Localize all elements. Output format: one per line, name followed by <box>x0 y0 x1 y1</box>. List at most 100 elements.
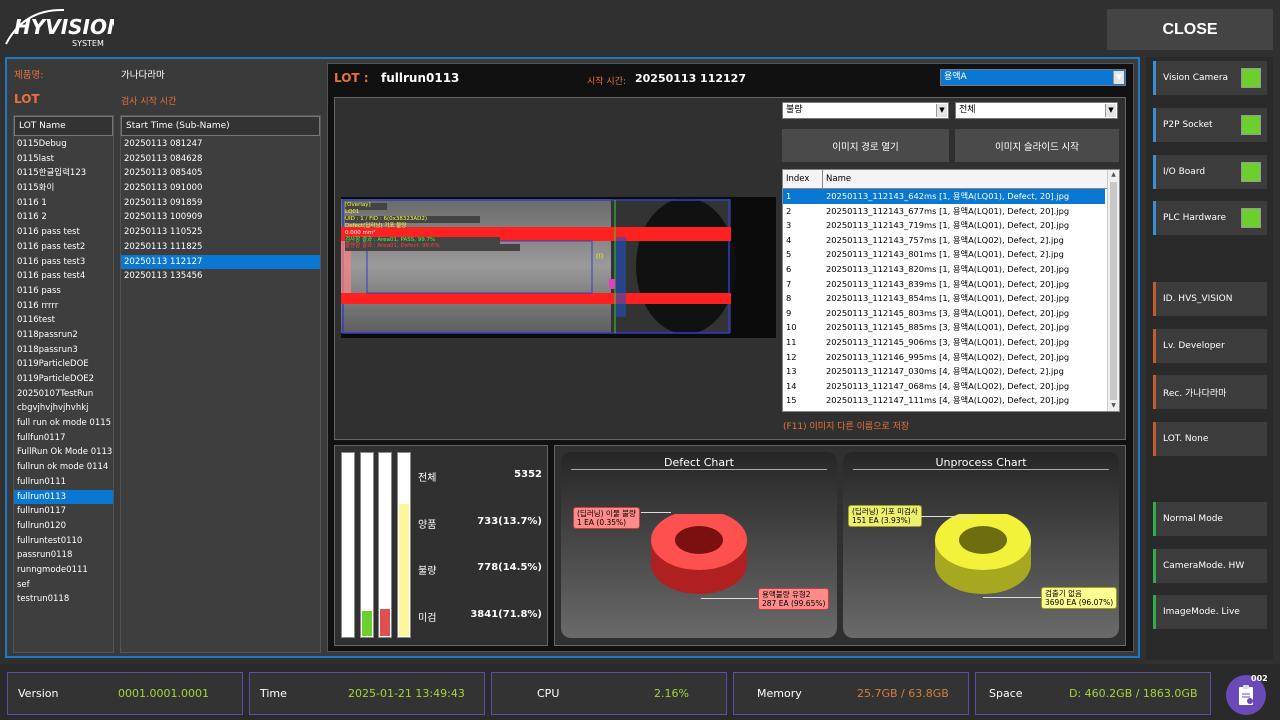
lot-list-item[interactable]: 0115화이 <box>14 181 113 196</box>
lot-list-item[interactable]: 0115Debug <box>14 137 113 152</box>
lot-list-item[interactable]: 0116 pass test2 <box>14 240 113 255</box>
lot-list-item[interactable]: 0116 rrrrr <box>14 299 113 314</box>
file-table-row[interactable]: 3 20250113_112143_719ms [1, 용액A(LQ01), De… <box>783 218 1105 233</box>
start-time-list-item[interactable]: 20250113 135456 <box>121 269 320 284</box>
file-table-row[interactable]: 7 20250113_112143_839ms [1, 용액A(LQ01), De… <box>783 277 1105 292</box>
file-table-row[interactable]: 5 20250113_112143_801ms [1, 용액A(LQ01), De… <box>783 247 1105 262</box>
file-table-row[interactable]: 12 20250113_112146_995ms [4, 용액A(LQ02), D… <box>783 350 1105 365</box>
file-table-row[interactable]: 10 20250113_112145_885ms [3, 용액A(LQ01), D… <box>783 320 1105 335</box>
mode-item[interactable]: ImageMode. Live <box>1153 595 1267 629</box>
status-cpu: CPU 2.16% <box>491 672 727 715</box>
start-time-list-item[interactable]: 20250113 085405 <box>121 166 320 181</box>
lot-list-item[interactable]: FullRun Ok Mode 0113 <box>14 445 113 460</box>
mode-item[interactable]: CameraMode. HW <box>1153 549 1267 583</box>
lot-list-item[interactable]: fullrun0117 <box>14 504 113 519</box>
stat-bad-label: 불량 <box>418 566 437 577</box>
lot-list-item[interactable]: 0119ParticleDOE2 <box>14 372 113 387</box>
file-table-row[interactable]: 9 20250113_112145_803ms [3, 용액A(LQ01), De… <box>783 306 1105 321</box>
lot-list-item[interactable]: 0115last <box>14 152 113 167</box>
logo-text: HYVISION <box>14 15 114 39</box>
open-image-path-button[interactable]: 이미지 경로 열기 <box>782 129 949 162</box>
lot-list-item[interactable]: fullfun0117 <box>14 431 113 446</box>
close-button[interactable]: CLOSE <box>1107 9 1273 50</box>
file-index-cell: 1 <box>786 191 792 201</box>
scroll-up-icon[interactable]: ▲ <box>1108 170 1119 180</box>
lot-list-item[interactable]: full run ok mode 0115 <box>14 416 113 431</box>
filter-select[interactable]: 불량 ▼ <box>782 102 949 119</box>
start-time-list-item[interactable]: 20250113 091000 <box>121 181 320 196</box>
lot-list-item[interactable]: 0116 pass <box>14 284 113 299</box>
start-time-list-item[interactable]: 20250113 110525 <box>121 225 320 240</box>
lot-list-item[interactable]: 0116 pass test <box>14 225 113 240</box>
lot-list-item[interactable]: fullrun0111 <box>14 475 113 490</box>
solution-select[interactable]: 용액A ▼ <box>940 69 1126 86</box>
user-info-item: LOT. None <box>1153 422 1267 456</box>
file-name-cell: 20250113_112143_854ms [1, 용액A(LQ01), Def… <box>826 293 1070 304</box>
name-column-header[interactable]: Name <box>823 170 851 188</box>
file-table-row[interactable]: 2 20250113_112143_677ms [1, 용액A(LQ01), De… <box>783 204 1105 219</box>
start-time-list-item[interactable]: 20250113 100909 <box>121 210 320 225</box>
lot-list-item[interactable]: 0116test <box>14 313 113 328</box>
logo-swoosh-icon: HYVISION SYSTEM <box>5 8 124 48</box>
file-table-scrollbar[interactable]: ▲ ▼ <box>1107 170 1119 411</box>
mode-item[interactable]: Normal Mode <box>1153 502 1267 536</box>
lot-list-item[interactable]: passrun0118 <box>14 548 113 563</box>
unprocess-donut <box>935 514 1031 594</box>
lot-list-item[interactable]: fullrun0113 <box>14 489 113 505</box>
memory-label: Memory <box>757 687 802 700</box>
file-index-cell: 2 <box>786 205 792 216</box>
stat-bar <box>360 452 374 638</box>
lot-label: LOT <box>14 92 40 106</box>
lot-list-item[interactable]: fullruntest0110 <box>14 534 113 549</box>
lot-list-item[interactable]: testrun0118 <box>14 592 113 607</box>
file-table-row[interactable]: 6 20250113_112143_820ms [1, 용액A(LQ01), De… <box>783 262 1105 277</box>
start-time-list-item[interactable]: 20250113 111825 <box>121 240 320 255</box>
lot-list-item[interactable]: fullrun0120 <box>14 519 113 534</box>
start-time-list-item[interactable]: 20250113 091859 <box>121 196 320 211</box>
lot-list-item[interactable]: runngmode0111 <box>14 563 113 578</box>
filter2-select[interactable]: 전체 ▼ <box>955 102 1118 119</box>
stat-bar <box>341 452 355 638</box>
chevron-down-icon: ▼ <box>1105 104 1116 117</box>
start-time-list-header: Start Time (Sub-Name) <box>121 116 320 136</box>
lot-list-item[interactable]: 0116 2 <box>14 210 113 225</box>
file-table-row[interactable]: 11 20250113_112145_906ms [3, 용액A(LQ01), D… <box>783 335 1105 350</box>
unprocess-callout-2-line2: 3690 EA (96.07%) <box>1045 598 1114 607</box>
lot-list-item[interactable]: fullrun ok mode 0114 <box>14 460 113 475</box>
time-value: 2025-01-21 13:49:43 <box>348 687 465 700</box>
device-status-item[interactable]: I/O Board <box>1153 155 1267 189</box>
file-table-row[interactable]: 8 20250113_112143_854ms [1, 용액A(LQ01), De… <box>783 291 1105 306</box>
file-table-row[interactable]: 15 20250113_112147_111ms [4, 용액A(LQ02), D… <box>783 393 1105 408</box>
scroll-down-icon[interactable]: ▼ <box>1108 401 1119 411</box>
file-table-row[interactable]: 14 20250113_112147_068ms [4, 용액A(LQ02), D… <box>783 379 1105 394</box>
device-status-item[interactable]: Vision Camera <box>1153 61 1267 95</box>
scrollbar-thumb[interactable] <box>1110 182 1117 400</box>
viewer-lot-label: LOT : <box>334 71 369 85</box>
lot-list-item[interactable]: sef <box>14 578 113 593</box>
status-version: Version 0001.0001.0001 <box>7 672 243 715</box>
lot-list-item[interactable]: 0115한글입력123 <box>14 166 113 181</box>
device-status-item[interactable]: PLC Hardware <box>1153 201 1267 235</box>
lot-list-item[interactable]: 0116 pass test4 <box>14 269 113 284</box>
index-column-header[interactable]: Index <box>783 170 823 188</box>
file-table-row[interactable]: 4 20250113_112143_757ms [1, 용액A(LQ02), De… <box>783 233 1105 248</box>
start-time-list-item[interactable]: 20250113 112127 <box>121 254 320 270</box>
file-index-cell: 9 <box>786 307 792 318</box>
start-slideshow-button[interactable]: 이미지 슬라이드 시작 <box>955 129 1119 162</box>
stat-bar-fill <box>362 610 372 636</box>
start-time-list-item[interactable]: 20250113 084628 <box>121 152 320 167</box>
lot-list-item[interactable]: 0116 pass test3 <box>14 255 113 270</box>
device-status-item[interactable]: P2P Socket <box>1153 108 1267 142</box>
lot-list-item[interactable]: 0118passrun2 <box>14 328 113 343</box>
lot-list-item[interactable]: 0118passrun3 <box>14 343 113 358</box>
cpu-label: CPU <box>537 687 560 700</box>
lot-list-item[interactable]: cbgvjhvjhvjhvhkj <box>14 401 113 416</box>
lot-list-item[interactable]: 0116 1 <box>14 196 113 211</box>
start-time-list-item[interactable]: 20250113 081247 <box>121 137 320 152</box>
file-table-row[interactable]: 13 20250113_112147_030ms [4, 용액A(LQ02), D… <box>783 364 1105 379</box>
lot-list-item[interactable]: 0119ParticleDOE <box>14 357 113 372</box>
space-value: D: 460.2GB / 1863.0GB <box>1069 687 1198 700</box>
lot-list-item[interactable]: 20250107TestRun <box>14 387 113 402</box>
file-table-row[interactable]: 1 20250113_112143_642ms [1, 용액A(LQ01), De… <box>783 189 1105 204</box>
stat-good-value: 733(13.7%) <box>477 516 542 527</box>
